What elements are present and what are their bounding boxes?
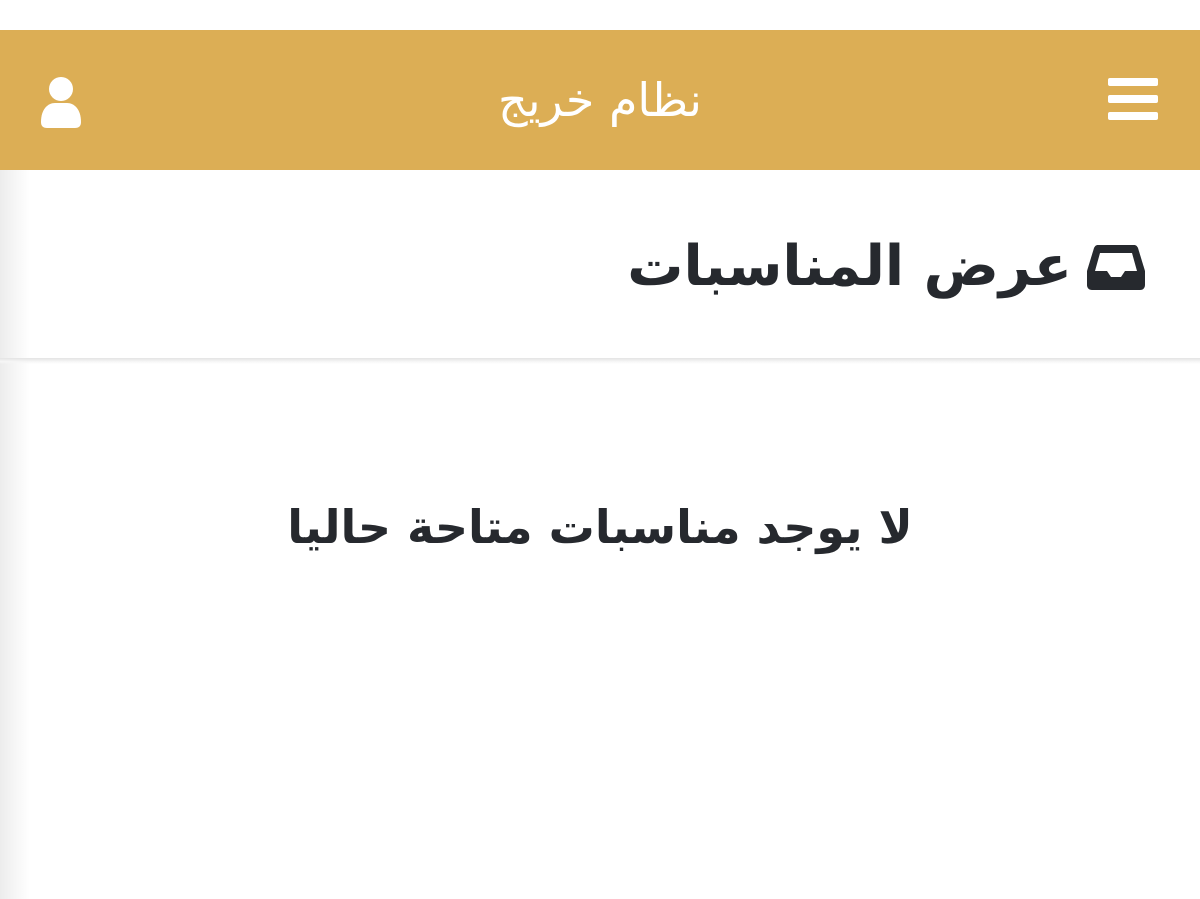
page-title: عرض المناسبات [627,234,1072,299]
empty-state-message: لا يوجد مناسبات متاحة حاليا [287,500,913,554]
page-heading: عرض المناسبات [627,232,1146,302]
header-divider [0,358,1200,364]
user-button[interactable] [38,76,84,128]
status-strip [0,0,1200,30]
app-header: نظام خريج [0,30,1200,170]
user-icon [41,77,81,128]
inbox-icon [1087,245,1145,290]
page-header: عرض المناسبات [0,170,1200,360]
app-title: نظام خريج [498,73,702,127]
app-screen: { "app": { "title": "نظام خريج" }, "head… [0,0,1200,899]
